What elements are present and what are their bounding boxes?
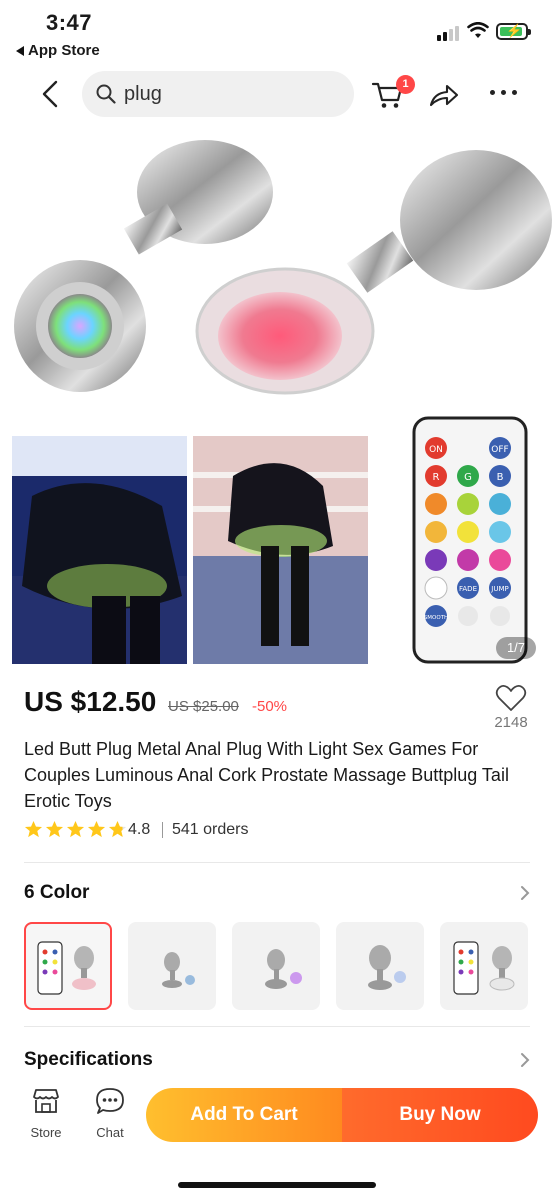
remote-jump: JUMP xyxy=(490,585,508,593)
color-variant-list xyxy=(24,922,528,1010)
rating-divider xyxy=(162,822,163,838)
variant-thumbnail xyxy=(368,945,406,990)
cart-badge: 1 xyxy=(396,75,415,94)
remote-b: B xyxy=(497,472,504,483)
chat-icon xyxy=(96,1088,124,1114)
search-icon xyxy=(96,84,116,104)
rating-value: 4.8 xyxy=(128,821,151,838)
color-variant-3[interactable] xyxy=(232,922,320,1010)
remote-off: OFF xyxy=(491,445,508,455)
back-arrow-icon[interactable] xyxy=(36,78,66,110)
status-bar: 3:47 App Store ⚡ xyxy=(0,0,554,64)
divider xyxy=(24,1026,530,1027)
signal-icon xyxy=(437,26,459,41)
remote-g: G xyxy=(464,472,472,483)
image-counter: 1/7 xyxy=(496,637,536,659)
color-variant-2[interactable] xyxy=(128,922,216,1010)
top-nav: plug 1 xyxy=(0,66,554,122)
product-title: Led Butt Plug Metal Anal Plug With Light… xyxy=(24,739,509,811)
product-photo-model-1 xyxy=(12,436,187,664)
star-icon xyxy=(66,820,85,838)
home-indicator xyxy=(178,1182,376,1188)
original-price: US $25.00 xyxy=(168,698,239,715)
specifications-title[interactable]: Specifications xyxy=(24,1049,153,1071)
product-photo-plugs xyxy=(14,140,552,395)
back-to-app-store[interactable]: App Store xyxy=(16,42,100,59)
remote-on: ON xyxy=(429,445,443,455)
store-icon xyxy=(33,1089,59,1113)
wishlist-count: 2148 xyxy=(494,714,528,731)
remote-smooth: SMOOTH xyxy=(424,615,448,621)
divider xyxy=(24,862,530,863)
add-to-cart-button[interactable]: Add To Cart xyxy=(146,1088,342,1142)
variant-thumbnail xyxy=(453,941,515,995)
current-price: US $12.50 xyxy=(24,686,157,717)
variant-thumbnail xyxy=(37,941,96,995)
discount-badge: -50% xyxy=(252,698,288,715)
star-icon xyxy=(45,820,64,838)
product-image-gallery[interactable]: ON OFF R G B FADE JUMP SMOOTH 1/7 xyxy=(0,126,554,672)
purchase-buttons: Add To Cart Buy Now xyxy=(146,1088,538,1142)
variant-thumbnail xyxy=(265,949,302,989)
product-photo-model-2 xyxy=(193,436,368,664)
search-input[interactable]: plug xyxy=(82,71,354,117)
store-tab[interactable]: Store xyxy=(24,1086,68,1140)
chat-label: Chat xyxy=(96,1125,124,1140)
wishlist-heart-icon[interactable] xyxy=(495,683,527,713)
share-icon[interactable] xyxy=(428,80,460,110)
star-icon xyxy=(24,820,43,838)
half-star-icon xyxy=(108,820,127,838)
orders-count: 541 orders xyxy=(172,821,249,838)
back-app-label: App Store xyxy=(28,42,100,59)
status-time: 3:47 xyxy=(46,10,93,35)
product-photo-remote: ON OFF R G B FADE JUMP SMOOTH xyxy=(412,416,528,664)
chevron-right-icon[interactable] xyxy=(520,1052,530,1068)
chat-tab[interactable]: Chat xyxy=(88,1086,132,1140)
battery-icon: ⚡ xyxy=(496,23,531,40)
chevron-right-icon[interactable] xyxy=(520,885,530,901)
back-triangle-icon xyxy=(16,45,24,56)
more-options-icon[interactable] xyxy=(490,90,517,95)
variant-thumbnail xyxy=(162,952,195,988)
wifi-icon xyxy=(467,22,489,38)
color-variant-1[interactable] xyxy=(24,922,112,1010)
bottom-action-bar: Store Chat Add To Cart Buy Now xyxy=(0,1082,554,1200)
store-label: Store xyxy=(30,1125,62,1140)
remote-fade: FADE xyxy=(459,585,477,593)
search-value: plug xyxy=(124,82,162,105)
color-variant-4[interactable] xyxy=(336,922,424,1010)
rating-stars xyxy=(24,820,127,839)
remote-r: R xyxy=(433,472,440,483)
color-variant-5[interactable] xyxy=(440,922,528,1010)
star-icon xyxy=(87,820,106,838)
buy-now-button[interactable]: Buy Now xyxy=(342,1088,538,1142)
color-section-title[interactable]: 6 Color xyxy=(24,882,89,904)
